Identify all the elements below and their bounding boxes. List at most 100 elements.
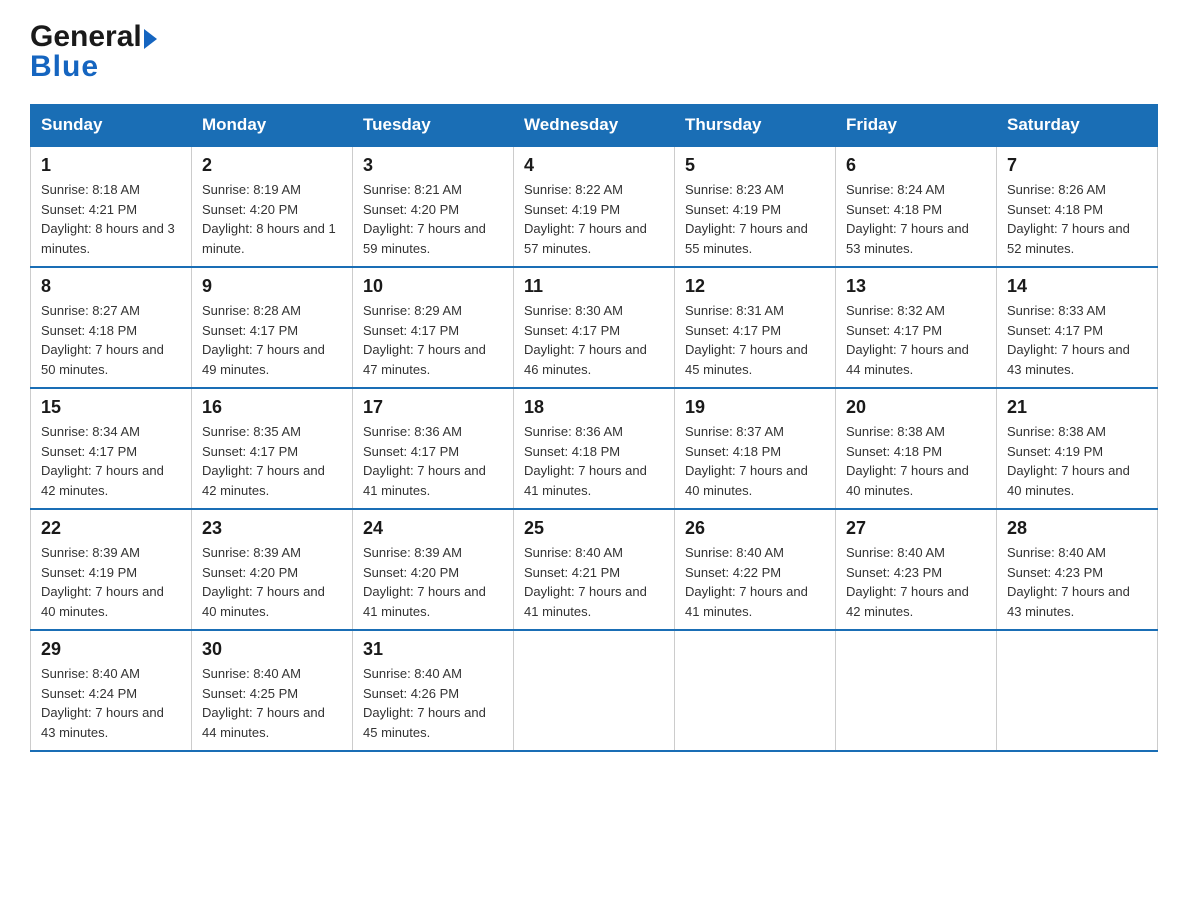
day-info: Sunrise: 8:29 AMSunset: 4:17 PMDaylight:… bbox=[363, 303, 486, 377]
day-info: Sunrise: 8:22 AMSunset: 4:19 PMDaylight:… bbox=[524, 182, 647, 256]
calendar-cell: 25 Sunrise: 8:40 AMSunset: 4:21 PMDaylig… bbox=[514, 509, 675, 630]
calendar-cell: 18 Sunrise: 8:36 AMSunset: 4:18 PMDaylig… bbox=[514, 388, 675, 509]
calendar-cell: 28 Sunrise: 8:40 AMSunset: 4:23 PMDaylig… bbox=[997, 509, 1158, 630]
calendar-cell: 9 Sunrise: 8:28 AMSunset: 4:17 PMDayligh… bbox=[192, 267, 353, 388]
calendar-cell: 15 Sunrise: 8:34 AMSunset: 4:17 PMDaylig… bbox=[31, 388, 192, 509]
calendar-cell bbox=[836, 630, 997, 751]
day-number: 4 bbox=[524, 155, 664, 176]
calendar-week-row: 22 Sunrise: 8:39 AMSunset: 4:19 PMDaylig… bbox=[31, 509, 1158, 630]
day-number: 5 bbox=[685, 155, 825, 176]
day-number: 14 bbox=[1007, 276, 1147, 297]
day-info: Sunrise: 8:39 AMSunset: 4:20 PMDaylight:… bbox=[363, 545, 486, 619]
calendar-cell: 10 Sunrise: 8:29 AMSunset: 4:17 PMDaylig… bbox=[353, 267, 514, 388]
calendar-cell: 14 Sunrise: 8:33 AMSunset: 4:17 PMDaylig… bbox=[997, 267, 1158, 388]
day-number: 10 bbox=[363, 276, 503, 297]
calendar-cell: 3 Sunrise: 8:21 AMSunset: 4:20 PMDayligh… bbox=[353, 146, 514, 267]
day-info: Sunrise: 8:38 AMSunset: 4:18 PMDaylight:… bbox=[846, 424, 969, 498]
calendar-cell: 23 Sunrise: 8:39 AMSunset: 4:20 PMDaylig… bbox=[192, 509, 353, 630]
logo: General Blue bbox=[30, 20, 157, 84]
day-number: 23 bbox=[202, 518, 342, 539]
day-number: 19 bbox=[685, 397, 825, 418]
calendar-week-row: 1 Sunrise: 8:18 AMSunset: 4:21 PMDayligh… bbox=[31, 146, 1158, 267]
calendar-header-row: SundayMondayTuesdayWednesdayThursdayFrid… bbox=[31, 105, 1158, 147]
calendar-cell: 7 Sunrise: 8:26 AMSunset: 4:18 PMDayligh… bbox=[997, 146, 1158, 267]
day-number: 9 bbox=[202, 276, 342, 297]
day-number: 30 bbox=[202, 639, 342, 660]
calendar-cell: 30 Sunrise: 8:40 AMSunset: 4:25 PMDaylig… bbox=[192, 630, 353, 751]
day-info: Sunrise: 8:30 AMSunset: 4:17 PMDaylight:… bbox=[524, 303, 647, 377]
calendar-cell: 4 Sunrise: 8:22 AMSunset: 4:19 PMDayligh… bbox=[514, 146, 675, 267]
day-info: Sunrise: 8:23 AMSunset: 4:19 PMDaylight:… bbox=[685, 182, 808, 256]
day-number: 2 bbox=[202, 155, 342, 176]
day-number: 29 bbox=[41, 639, 181, 660]
calendar-cell: 20 Sunrise: 8:38 AMSunset: 4:18 PMDaylig… bbox=[836, 388, 997, 509]
calendar-cell bbox=[997, 630, 1158, 751]
day-info: Sunrise: 8:27 AMSunset: 4:18 PMDaylight:… bbox=[41, 303, 164, 377]
day-number: 7 bbox=[1007, 155, 1147, 176]
day-number: 22 bbox=[41, 518, 181, 539]
calendar-cell: 5 Sunrise: 8:23 AMSunset: 4:19 PMDayligh… bbox=[675, 146, 836, 267]
day-number: 18 bbox=[524, 397, 664, 418]
calendar-week-row: 29 Sunrise: 8:40 AMSunset: 4:24 PMDaylig… bbox=[31, 630, 1158, 751]
day-of-week-header: Sunday bbox=[31, 105, 192, 147]
day-number: 21 bbox=[1007, 397, 1147, 418]
day-of-week-header: Tuesday bbox=[353, 105, 514, 147]
day-info: Sunrise: 8:33 AMSunset: 4:17 PMDaylight:… bbox=[1007, 303, 1130, 377]
page-header: General Blue bbox=[30, 20, 1158, 84]
logo-arrow-icon bbox=[144, 29, 157, 49]
calendar-cell: 16 Sunrise: 8:35 AMSunset: 4:17 PMDaylig… bbox=[192, 388, 353, 509]
day-number: 8 bbox=[41, 276, 181, 297]
day-number: 31 bbox=[363, 639, 503, 660]
day-of-week-header: Saturday bbox=[997, 105, 1158, 147]
day-info: Sunrise: 8:36 AMSunset: 4:17 PMDaylight:… bbox=[363, 424, 486, 498]
day-of-week-header: Wednesday bbox=[514, 105, 675, 147]
day-number: 17 bbox=[363, 397, 503, 418]
calendar-cell: 27 Sunrise: 8:40 AMSunset: 4:23 PMDaylig… bbox=[836, 509, 997, 630]
day-of-week-header: Thursday bbox=[675, 105, 836, 147]
day-info: Sunrise: 8:24 AMSunset: 4:18 PMDaylight:… bbox=[846, 182, 969, 256]
calendar-cell: 31 Sunrise: 8:40 AMSunset: 4:26 PMDaylig… bbox=[353, 630, 514, 751]
day-of-week-header: Friday bbox=[836, 105, 997, 147]
day-info: Sunrise: 8:37 AMSunset: 4:18 PMDaylight:… bbox=[685, 424, 808, 498]
day-number: 6 bbox=[846, 155, 986, 176]
calendar-table: SundayMondayTuesdayWednesdayThursdayFrid… bbox=[30, 104, 1158, 752]
calendar-cell: 29 Sunrise: 8:40 AMSunset: 4:24 PMDaylig… bbox=[31, 630, 192, 751]
day-number: 1 bbox=[41, 155, 181, 176]
day-number: 25 bbox=[524, 518, 664, 539]
day-number: 12 bbox=[685, 276, 825, 297]
calendar-cell: 13 Sunrise: 8:32 AMSunset: 4:17 PMDaylig… bbox=[836, 267, 997, 388]
day-number: 11 bbox=[524, 276, 664, 297]
day-info: Sunrise: 8:31 AMSunset: 4:17 PMDaylight:… bbox=[685, 303, 808, 377]
day-info: Sunrise: 8:18 AMSunset: 4:21 PMDaylight:… bbox=[41, 182, 175, 256]
logo-blue-text: Blue bbox=[30, 50, 99, 84]
day-info: Sunrise: 8:26 AMSunset: 4:18 PMDaylight:… bbox=[1007, 182, 1130, 256]
day-info: Sunrise: 8:40 AMSunset: 4:21 PMDaylight:… bbox=[524, 545, 647, 619]
calendar-cell: 24 Sunrise: 8:39 AMSunset: 4:20 PMDaylig… bbox=[353, 509, 514, 630]
day-info: Sunrise: 8:38 AMSunset: 4:19 PMDaylight:… bbox=[1007, 424, 1130, 498]
day-number: 28 bbox=[1007, 518, 1147, 539]
day-info: Sunrise: 8:36 AMSunset: 4:18 PMDaylight:… bbox=[524, 424, 647, 498]
calendar-cell: 21 Sunrise: 8:38 AMSunset: 4:19 PMDaylig… bbox=[997, 388, 1158, 509]
calendar-cell: 1 Sunrise: 8:18 AMSunset: 4:21 PMDayligh… bbox=[31, 146, 192, 267]
day-number: 15 bbox=[41, 397, 181, 418]
day-number: 16 bbox=[202, 397, 342, 418]
calendar-cell: 12 Sunrise: 8:31 AMSunset: 4:17 PMDaylig… bbox=[675, 267, 836, 388]
calendar-week-row: 8 Sunrise: 8:27 AMSunset: 4:18 PMDayligh… bbox=[31, 267, 1158, 388]
day-info: Sunrise: 8:40 AMSunset: 4:23 PMDaylight:… bbox=[846, 545, 969, 619]
calendar-cell bbox=[514, 630, 675, 751]
day-info: Sunrise: 8:21 AMSunset: 4:20 PMDaylight:… bbox=[363, 182, 486, 256]
day-info: Sunrise: 8:19 AMSunset: 4:20 PMDaylight:… bbox=[202, 182, 336, 256]
calendar-cell: 6 Sunrise: 8:24 AMSunset: 4:18 PMDayligh… bbox=[836, 146, 997, 267]
logo-general-text: General bbox=[30, 20, 142, 54]
day-info: Sunrise: 8:40 AMSunset: 4:24 PMDaylight:… bbox=[41, 666, 164, 740]
day-info: Sunrise: 8:40 AMSunset: 4:25 PMDaylight:… bbox=[202, 666, 325, 740]
day-number: 26 bbox=[685, 518, 825, 539]
day-info: Sunrise: 8:34 AMSunset: 4:17 PMDaylight:… bbox=[41, 424, 164, 498]
day-info: Sunrise: 8:39 AMSunset: 4:20 PMDaylight:… bbox=[202, 545, 325, 619]
calendar-cell: 22 Sunrise: 8:39 AMSunset: 4:19 PMDaylig… bbox=[31, 509, 192, 630]
calendar-cell: 17 Sunrise: 8:36 AMSunset: 4:17 PMDaylig… bbox=[353, 388, 514, 509]
calendar-week-row: 15 Sunrise: 8:34 AMSunset: 4:17 PMDaylig… bbox=[31, 388, 1158, 509]
calendar-cell: 26 Sunrise: 8:40 AMSunset: 4:22 PMDaylig… bbox=[675, 509, 836, 630]
calendar-cell: 2 Sunrise: 8:19 AMSunset: 4:20 PMDayligh… bbox=[192, 146, 353, 267]
day-info: Sunrise: 8:40 AMSunset: 4:23 PMDaylight:… bbox=[1007, 545, 1130, 619]
